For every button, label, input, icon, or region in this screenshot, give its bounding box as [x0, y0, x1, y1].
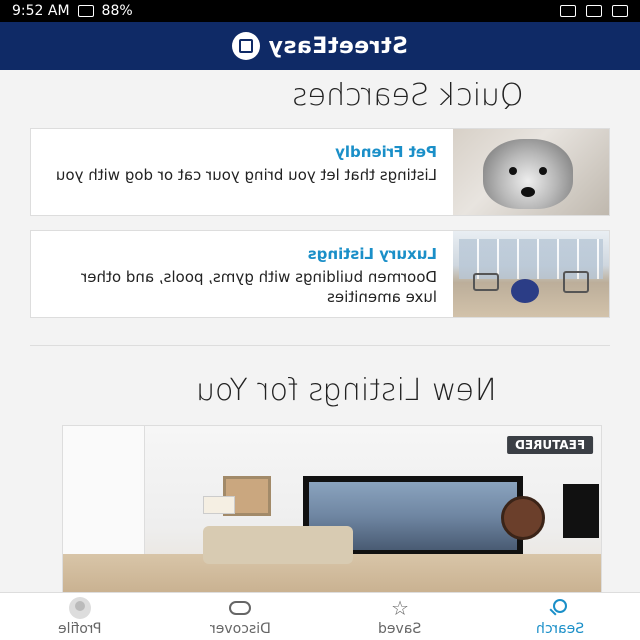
card-text: Luxury Listings Doormen buildings with g…: [31, 231, 453, 317]
user-icon: [69, 596, 91, 619]
card-text: Pet Friendly Listings that let you bring…: [31, 129, 453, 215]
app-bar: StreetEasy: [0, 22, 640, 70]
section-divider: [30, 345, 610, 346]
featured-listing-card[interactable]: FEATURED: [62, 425, 602, 595]
wall-clock: [501, 496, 545, 540]
gym-photo: [453, 231, 609, 317]
nav-label: Discover: [209, 620, 271, 637]
youtube-icon: [586, 5, 602, 17]
nav-saved[interactable]: ☆ Saved: [340, 595, 460, 637]
card-description: Doormen buildings with gyms, pools, and …: [81, 268, 437, 306]
card-title: Pet Friendly: [335, 143, 437, 161]
star-icon: ☆: [391, 595, 409, 620]
card-description: Listings that let you bring your cat or …: [55, 166, 437, 184]
brand-name: StreetEasy: [268, 33, 408, 59]
bottom-navigation: Profile Discover ☆ Saved Search: [0, 592, 640, 640]
search-icon: [549, 597, 571, 619]
nav-discover[interactable]: Discover: [180, 597, 300, 637]
card-title: Luxury Listings: [307, 245, 437, 263]
status-bar: 9:52 AM 88%: [0, 0, 640, 22]
nav-profile[interactable]: Profile: [20, 596, 140, 637]
nav-label: Profile: [58, 620, 102, 637]
lamp: [203, 496, 235, 514]
battery-icon: [77, 5, 94, 17]
quick-search-card-pet-friendly[interactable]: Pet Friendly Listings that let you bring…: [30, 128, 610, 216]
binoculars-icon: [229, 597, 251, 619]
nav-label: Search: [535, 620, 585, 637]
new-listings-title: New Listings for You: [196, 373, 497, 408]
featured-badge: FEATURED: [506, 436, 593, 454]
nav-search[interactable]: Search: [500, 597, 620, 637]
quick-searches-title: Quick Searches: [292, 78, 524, 113]
quick-search-card-luxury-listings[interactable]: Luxury Listings Doormen buildings with g…: [30, 230, 610, 318]
android-icon: [612, 5, 628, 17]
nav-label: Saved: [378, 620, 422, 637]
sofa: [203, 526, 353, 564]
battery-text: 88%: [101, 3, 133, 19]
gallery-icon: [560, 5, 576, 17]
streeteasy-logo-icon: [232, 32, 261, 60]
tv: [563, 484, 599, 538]
dog-photo: [453, 129, 609, 215]
time-text: 9:52 AM: [12, 3, 70, 19]
